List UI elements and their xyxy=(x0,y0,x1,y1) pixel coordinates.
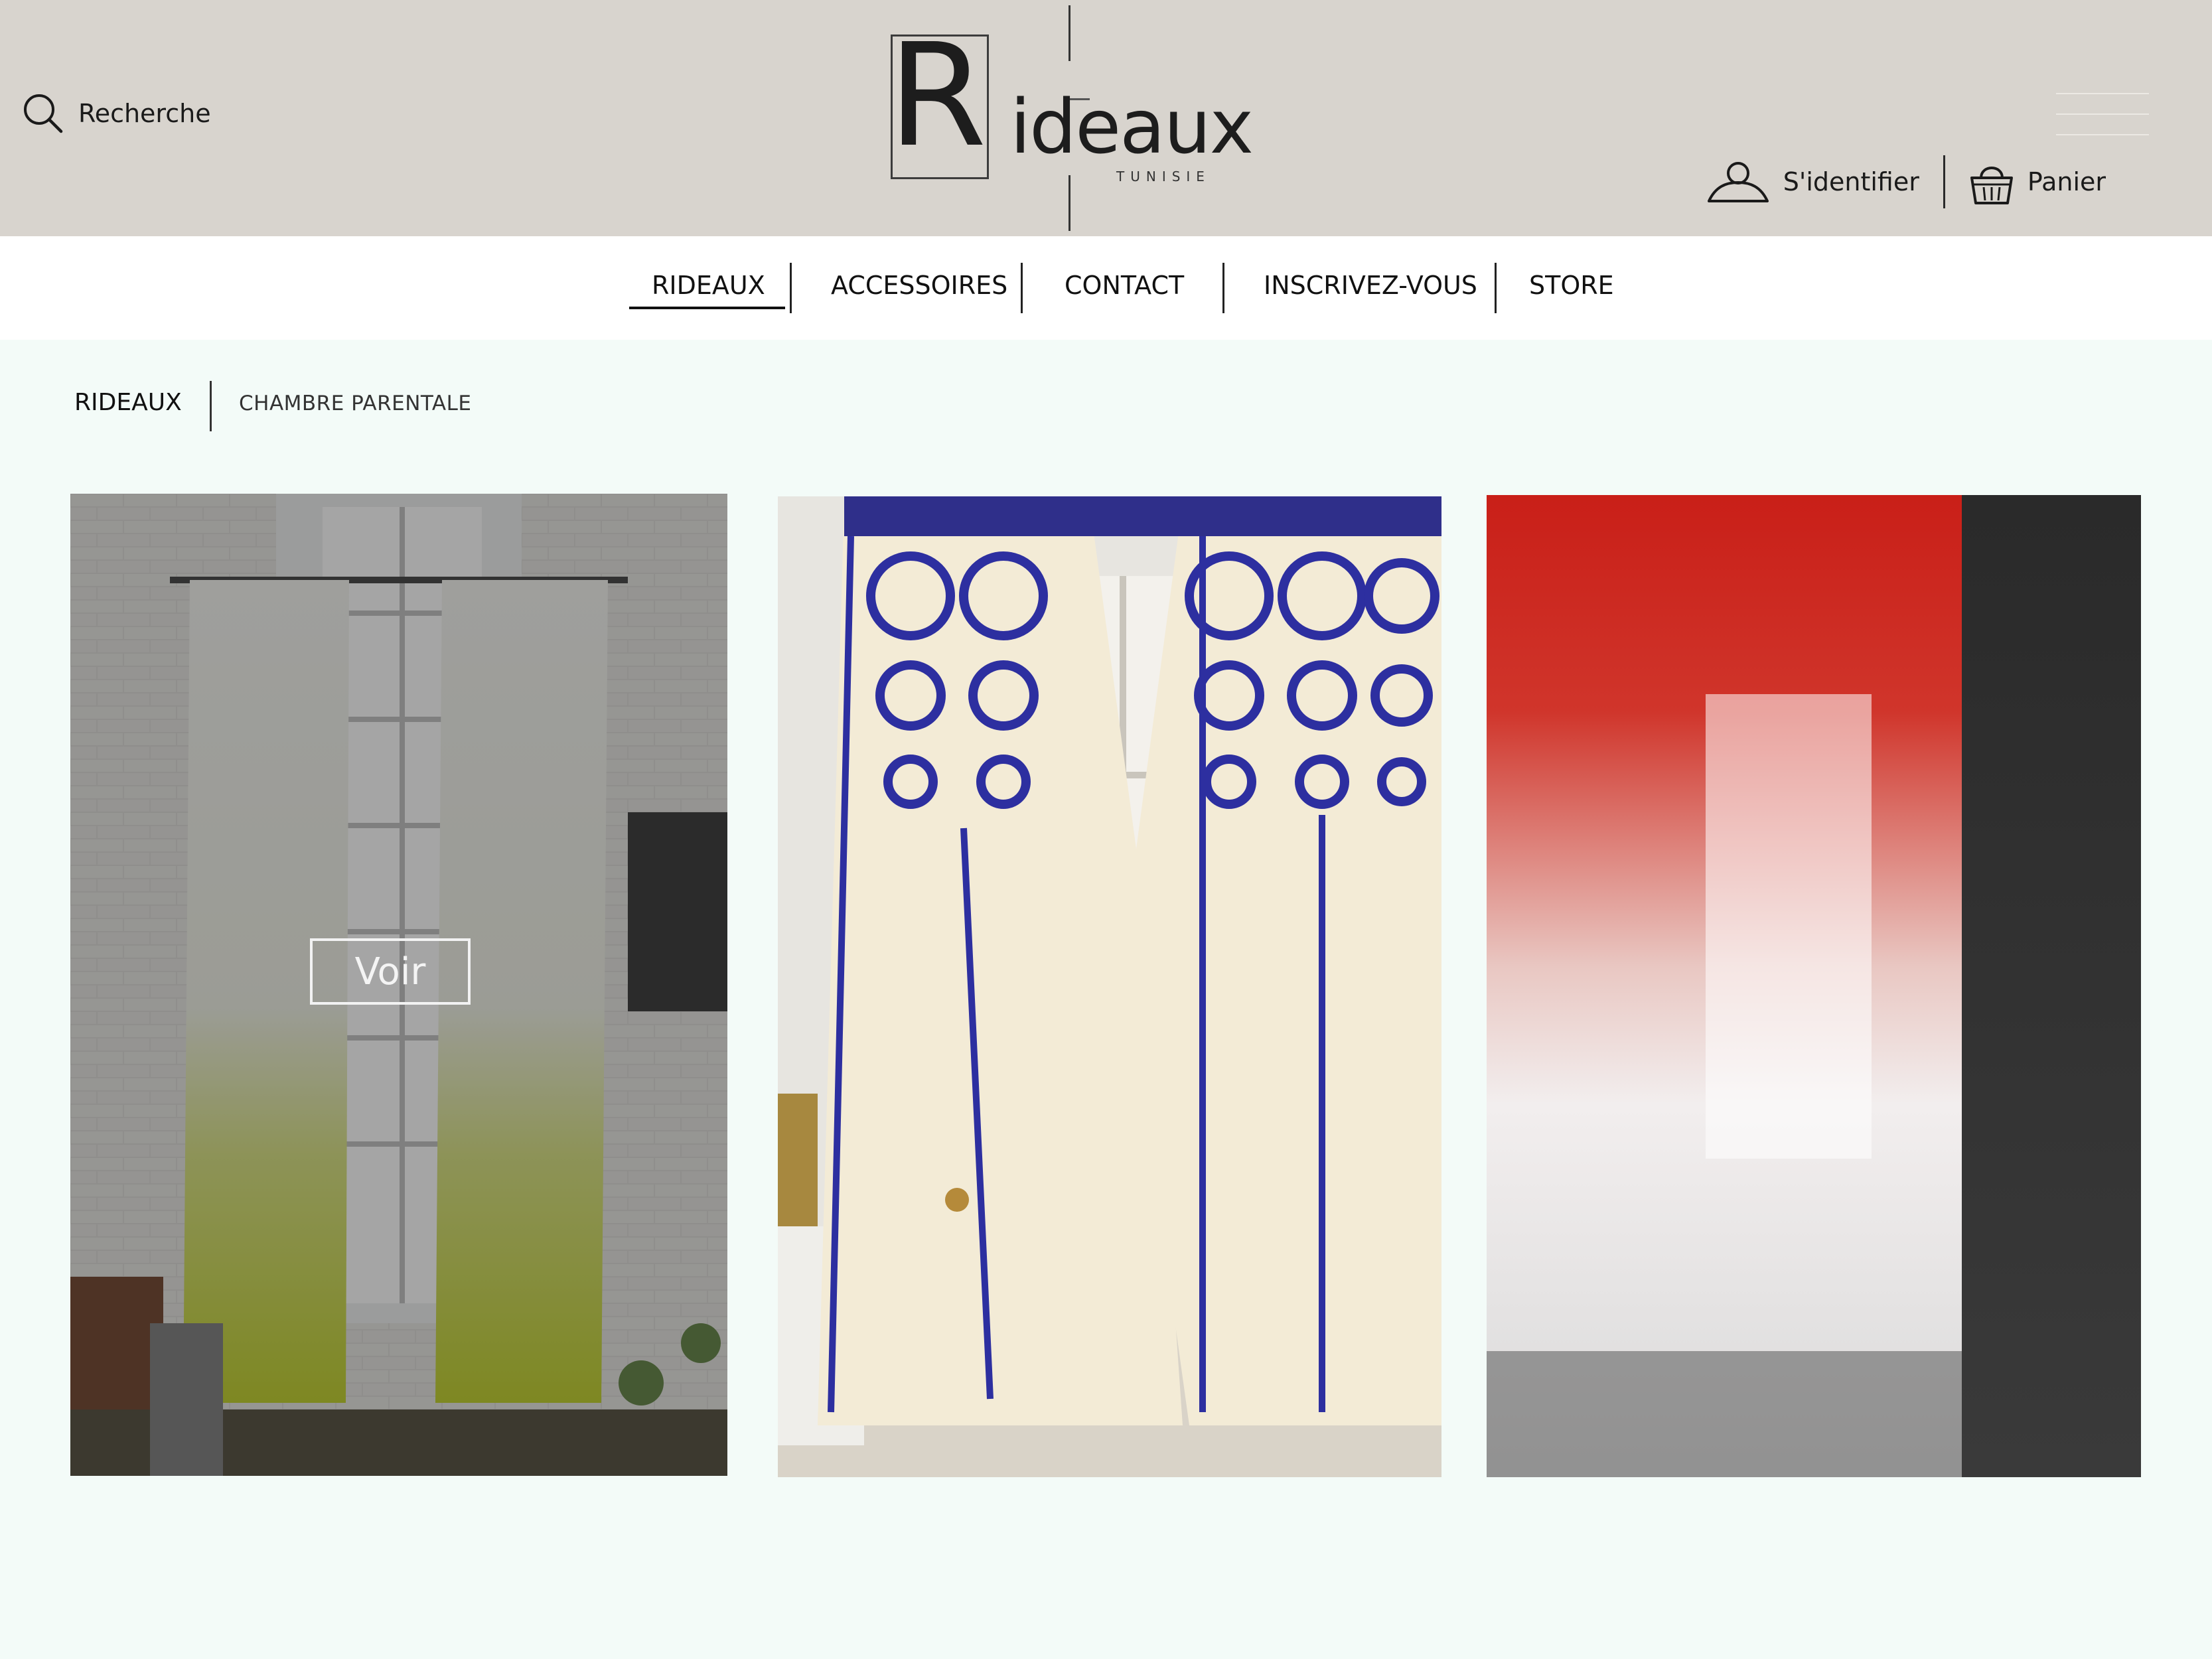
main-nav: RIDEAUX ACCESSOIRES CONTACT INSCRIVEZ-VO… xyxy=(0,236,2212,340)
search-button[interactable]: Recherche xyxy=(23,93,211,134)
search-icon xyxy=(24,94,63,133)
product-card[interactable]: Voir xyxy=(70,494,727,1476)
nav-divider xyxy=(1495,263,1497,313)
logo-initial: R xyxy=(888,13,987,179)
basket-icon xyxy=(1970,167,2013,204)
nav-item-store[interactable]: STORE xyxy=(1529,271,1614,300)
nav-divider xyxy=(790,263,792,313)
product-card[interactable] xyxy=(778,496,1441,1477)
breadcrumb-current: CHAMBRE PARENTALE xyxy=(239,392,472,415)
breadcrumb-divider xyxy=(210,381,212,431)
product-card[interactable] xyxy=(1487,495,2141,1477)
product-image xyxy=(778,496,1441,1477)
voir-button[interactable]: Voir xyxy=(310,938,471,1005)
hamburger-icon[interactable] xyxy=(2056,93,2149,155)
login-button[interactable]: S'identifier xyxy=(1706,160,1919,204)
product-image xyxy=(1487,495,2141,1477)
user-icon xyxy=(1707,162,1769,202)
logo-divider-bottom xyxy=(1069,175,1070,231)
cart-label: Panier xyxy=(2027,167,2106,196)
account-divider xyxy=(1943,155,1945,208)
nav-divider xyxy=(1222,263,1224,313)
site-logo[interactable]: R ideaux TUNISIE xyxy=(887,5,1254,231)
search-label: Recherche xyxy=(78,99,211,128)
logo-divider-top xyxy=(1069,5,1070,61)
nav-divider xyxy=(1021,263,1023,313)
breadcrumb-root[interactable]: RIDEAUX xyxy=(74,389,182,416)
nav-item-contact[interactable]: CONTACT xyxy=(1065,271,1184,300)
login-label: S'identifier xyxy=(1783,167,1919,196)
logo-tagline: TUNISIE xyxy=(1116,169,1211,184)
logo-word: ideaux xyxy=(1010,84,1254,171)
site-header: Recherche R ideaux TUNISIE S'identifier xyxy=(0,0,2212,236)
account-bar: S'identifier Panier xyxy=(1706,155,2106,208)
nav-item-inscrivez-vous[interactable]: INSCRIVEZ-VOUS xyxy=(1264,271,1477,300)
nav-item-rideaux[interactable]: RIDEAUX xyxy=(629,271,785,309)
nav-item-accessoires[interactable]: ACCESSOIRES xyxy=(831,271,1007,300)
cart-button[interactable]: Panier xyxy=(1969,158,2106,206)
